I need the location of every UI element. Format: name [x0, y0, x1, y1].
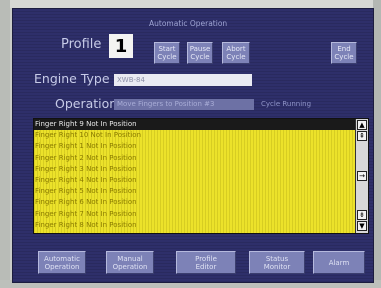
start-cycle-button[interactable]: Start Cycle [154, 42, 180, 64]
alarm-button[interactable]: Alarm [313, 251, 365, 274]
manual-operation-label: Manual Operation [112, 254, 148, 271]
abort-cycle-button[interactable]: Abort Cycle [222, 42, 250, 64]
list-item[interactable]: Finger Right 7 Not In Position [34, 209, 356, 220]
monitor-bezel-right [373, 0, 381, 288]
scroll-page-down-icon[interactable]: ⇟ [357, 210, 367, 220]
list-item[interactable]: Finger Right 9 Not In Position [34, 119, 356, 131]
profile-number-field[interactable]: 1 [109, 34, 133, 58]
screen-title: Automatic Operation [149, 19, 228, 28]
list-item[interactable]: Finger Right 3 Not In Position [34, 164, 356, 175]
list-item[interactable]: Finger Right 4 Not In Position [34, 175, 356, 186]
message-list[interactable]: Finger Right 9 Not In Position Finger Ri… [33, 118, 369, 234]
hmi-screen: Automatic Operation Profile 1 Start Cycl… [12, 8, 374, 283]
engine-type-field[interactable]: XWB-84 [114, 74, 252, 86]
scroll-bottom-arrow-icon[interactable]: ▼ [357, 221, 367, 231]
scroll-page-up-icon[interactable]: ⇞ [357, 131, 367, 141]
monitor-bezel-left [0, 0, 10, 288]
automatic-operation-button[interactable]: Automatic Operation [38, 251, 86, 274]
list-item[interactable]: Finger Right 10 Not In Position [34, 130, 356, 141]
manual-operation-button[interactable]: Manual Operation [106, 251, 154, 274]
scroll-right-arrow-icon[interactable]: → [357, 171, 367, 181]
vertical-scrollbar[interactable]: ▲ ⇞ → ⇟ ▼ [355, 119, 368, 233]
status-monitor-label: Status Monitor [263, 254, 291, 271]
start-cycle-label: Start Cycle [157, 45, 177, 61]
list-item[interactable]: Finger Right 6 Not In Position [34, 197, 356, 208]
end-cycle-button[interactable]: End Cycle [331, 42, 357, 64]
list-item[interactable]: Finger Right 2 Not In Position [34, 153, 356, 164]
operation-field: Move Fingers to Position #3 [114, 99, 254, 110]
end-cycle-label: End Cycle [334, 45, 354, 61]
message-list-body[interactable]: Finger Right 9 Not In Position Finger Ri… [34, 119, 356, 233]
list-item[interactable]: Finger Right 8 Not In Position [34, 220, 356, 231]
profile-label: Profile [61, 37, 102, 52]
list-item[interactable]: Finger Right 1 Not In Position [34, 141, 356, 152]
scroll-top-arrow-icon[interactable]: ▲ [357, 120, 367, 130]
cycle-status-text: Cycle Running [261, 100, 312, 108]
monitor-bezel-top [0, 0, 381, 8]
pause-cycle-button[interactable]: Pause Cycle [187, 42, 213, 64]
alarm-label: Alarm [328, 258, 350, 267]
profile-editor-label: Profile Editor [195, 254, 217, 271]
operation-label: Operation [55, 96, 118, 111]
list-item[interactable]: Finger Right 5 Not In Position [34, 186, 356, 197]
status-monitor-button[interactable]: Status Monitor [249, 251, 305, 274]
pause-cycle-label: Pause Cycle [189, 45, 211, 61]
automatic-operation-label: Automatic Operation [44, 254, 80, 271]
abort-cycle-label: Abort Cycle [226, 45, 246, 61]
engine-type-label: Engine Type [34, 71, 110, 86]
profile-editor-button[interactable]: Profile Editor [176, 251, 236, 274]
